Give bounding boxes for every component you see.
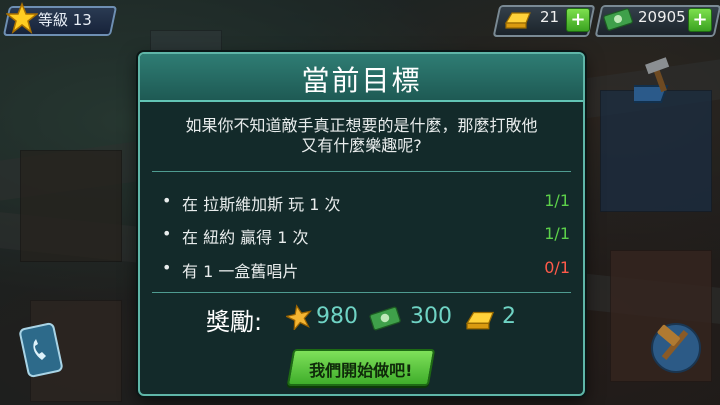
star-icon	[6, 2, 38, 34]
reward-label: 獎勵:	[206, 308, 263, 336]
objective-progress: 1/1	[544, 224, 570, 243]
phone-icon[interactable]	[18, 322, 64, 378]
gold-count: 21	[540, 8, 560, 26]
objective-text: 在 拉斯維加斯 玩 1 次	[182, 195, 341, 214]
start-mission-button[interactable]: 我們開始做吧!	[286, 349, 436, 386]
objective-row: • 在 紐約 贏得 1 次 1/1	[162, 224, 570, 247]
add-gold-button[interactable]: +	[566, 8, 590, 32]
cash-count: 20905	[638, 8, 686, 26]
reward-gold-value: 2	[502, 304, 516, 329]
hammer-icon	[634, 57, 670, 103]
objective-text: 有 1 一盒舊唱片	[182, 262, 299, 281]
cash-bundle-icon	[369, 306, 401, 331]
objective-text: 在 紐約 贏得 1 次	[182, 228, 309, 247]
level-label: 等級 13	[38, 11, 92, 29]
objective-row: • 在 拉斯維加斯 玩 1 次 1/1	[162, 191, 570, 214]
dialog-title: 當前目標	[301, 64, 422, 97]
add-cash-button[interactable]: +	[688, 8, 712, 32]
dialog-description: 如果你不知道敵手真正想要的是什麼，那麼打敗他 又有什麼樂趣呢?	[158, 116, 565, 156]
xp-star-icon	[286, 304, 312, 330]
gold-bar-icon	[465, 311, 495, 330]
divider	[152, 171, 571, 172]
description-line-2: 又有什麼樂趣呢?	[301, 136, 422, 155]
start-button-label: 我們開始做吧!	[309, 361, 413, 380]
reward-cash-value: 300	[410, 304, 452, 329]
objective-progress: 0/1	[544, 258, 570, 277]
reward-xp-value: 980	[316, 304, 358, 329]
gold-bar-icon	[504, 12, 531, 29]
divider	[152, 292, 571, 293]
reward-row: 獎勵: 980 300 2	[140, 302, 583, 336]
auction-hammer-icon[interactable]	[648, 318, 704, 374]
mission-dialog: 當前目標 如果你不知道敵手真正想要的是什麼，那麼打敗他 又有什麼樂趣呢? • 在…	[138, 52, 585, 396]
objective-row: • 有 1 一盒舊唱片 0/1	[162, 258, 570, 281]
cash-bundle-icon	[603, 8, 633, 31]
description-line-1: 如果你不知道敵手真正想要的是什麼，那麼打敗他	[185, 116, 538, 135]
objective-progress: 1/1	[544, 191, 570, 210]
